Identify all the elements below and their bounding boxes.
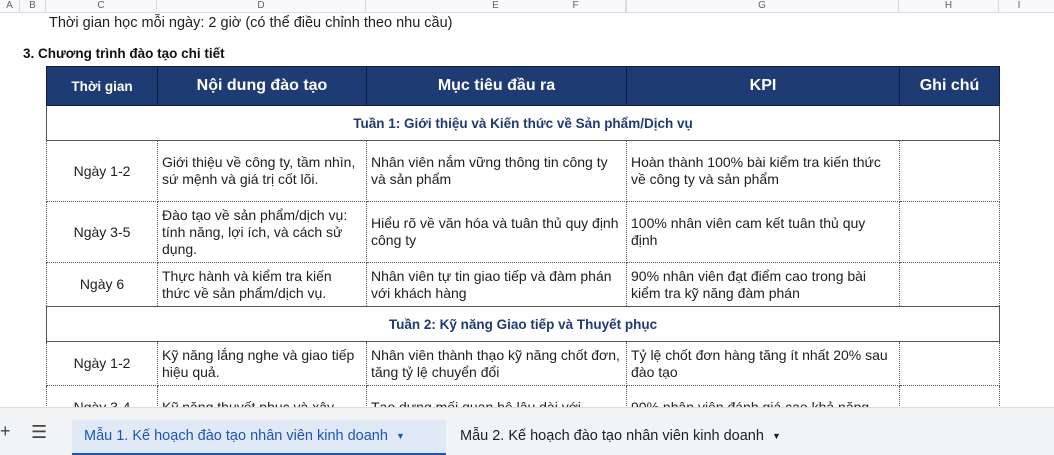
study-time-text[interactable]: Thời gian học mỗi ngày: 2 giờ (có thể đi… [49, 15, 453, 31]
section-title[interactable]: 3. Chương trình đào tạo chi tiết [23, 46, 225, 61]
sheet-tab-bar: + ☰ Mẫu 1. Kế hoạch đào tạo nhân viên ki… [0, 407, 1054, 455]
column-header-b[interactable]: B [20, 0, 46, 13]
week-title[interactable]: Tuần 2: Kỹ năng Giao tiếp và Thuyết phục [46, 306, 1000, 342]
cell-kpi[interactable]: 100% nhân viên cam kết tuân thủ quy định [626, 201, 900, 263]
cell-kpi[interactable]: 90% nhân viên đạt điểm cao trong bài kiể… [626, 262, 900, 307]
cell-time[interactable]: Ngày 1-2 [46, 140, 158, 202]
column-header-f[interactable]: F [526, 0, 626, 13]
cell-goal[interactable]: Tạo dựng mối quan hệ lâu dài với [366, 385, 627, 407]
cell-note[interactable] [899, 140, 1000, 202]
cell-time[interactable]: Ngày 3-5 [46, 201, 158, 263]
column-header-g[interactable]: G [626, 0, 899, 13]
cell-note[interactable] [899, 341, 1000, 386]
column-header-i[interactable]: I [999, 0, 1039, 13]
column-header-c[interactable]: C [46, 0, 157, 13]
header-note[interactable]: Ghi chú [899, 66, 1000, 106]
cell-content[interactable]: Thực hành và kiểm tra kiến thức về sản p… [157, 262, 367, 307]
header-content[interactable]: Nội dung đào tạo [157, 66, 367, 106]
column-header-h[interactable]: H [899, 0, 999, 13]
cell-kpi[interactable]: Tỷ lệ chốt đơn hàng tăng ít nhất 20% sau… [626, 341, 900, 386]
training-plan-table: Thời gian Nội dung đào tạo Mục tiêu đầu … [46, 66, 1000, 407]
cell-time[interactable]: Ngày 6 [46, 262, 158, 307]
week-title[interactable]: Tuần 1: Giới thiệu và Kiến thức về Sản p… [46, 105, 1000, 141]
table-row: Ngày 1-2 Kỹ năng lắng nghe và giao tiếp … [46, 341, 1000, 386]
cell-content[interactable]: Kỹ năng thuyết phục và xây [157, 385, 367, 407]
sheet-grid[interactable]: Thời gian học mỗi ngày: 2 giờ (có thể đi… [0, 13, 1054, 407]
sheet-tab-2-label: Mẫu 2. Kế hoạch đào tạo nhân viên kinh d… [460, 428, 764, 444]
column-header-d[interactable]: D [157, 0, 366, 13]
caret-down-icon[interactable]: ▼ [396, 420, 405, 452]
sheet-tab-1[interactable]: Mẫu 1. Kế hoạch đào tạo nhân viên kinh d… [72, 420, 446, 455]
sheet-tab-1-label: Mẫu 1. Kế hoạch đào tạo nhân viên kinh d… [84, 428, 388, 444]
table-row: Ngày 3-5 Đào tạo về sản phẩm/dịch vụ: tí… [46, 201, 1000, 263]
cell-note[interactable] [899, 262, 1000, 307]
cell-note[interactable] [899, 201, 1000, 263]
sheet-tab-2[interactable]: Mẫu 2. Kế hoạch đào tạo nhân viên kinh d… [448, 420, 793, 455]
table-row: Ngày 3-4 Kỹ năng thuyết phục và xây Tạo … [46, 385, 1000, 407]
table-row: Ngày 6 Thực hành và kiểm tra kiến thức v… [46, 262, 1000, 307]
week-row: Tuần 2: Kỹ năng Giao tiếp và Thuyết phục [46, 306, 1000, 342]
column-header-bar: A B C D E F G H I [0, 0, 1054, 13]
cell-content[interactable]: Giới thiệu về công ty, tầm nhìn, sứ mệnh… [157, 140, 367, 202]
cell-goal[interactable]: Nhân viên tự tin giao tiếp và đàm phán v… [366, 262, 627, 307]
header-time[interactable]: Thời gian [46, 66, 158, 106]
cell-goal[interactable]: Hiểu rõ về văn hóa và tuân thủ quy định … [366, 201, 627, 263]
cell-time[interactable]: Ngày 1-2 [46, 341, 158, 386]
menu-icon[interactable]: ☰ [31, 422, 47, 443]
plus-icon[interactable]: + [0, 421, 11, 442]
cell-content[interactable]: Đào tạo về sản phẩm/dịch vụ: tính năng, … [157, 201, 367, 263]
header-goal[interactable]: Mục tiêu đầu ra [366, 66, 627, 106]
cell-goal[interactable]: Nhân viên thành thạo kỹ năng chốt đơn, t… [366, 341, 627, 386]
header-kpi[interactable]: KPI [626, 66, 900, 106]
cell-kpi[interactable]: Hoàn thành 100% bài kiểm tra kiến thức v… [626, 140, 900, 202]
column-header-a[interactable]: A [0, 0, 20, 13]
cell-content[interactable]: Kỹ năng lắng nghe và giao tiếp hiệu quả. [157, 341, 367, 386]
caret-down-icon[interactable]: ▼ [772, 420, 781, 452]
cell-note[interactable] [899, 385, 1000, 407]
week-row: Tuần 1: Giới thiệu và Kiến thức về Sản p… [46, 105, 1000, 141]
cell-time[interactable]: Ngày 3-4 [46, 385, 158, 407]
cell-kpi[interactable]: 90% nhân viên đánh giá cao khả năng [626, 385, 900, 407]
table-header-row: Thời gian Nội dung đào tạo Mục tiêu đầu … [46, 66, 1000, 106]
table-row: Ngày 1-2 Giới thiệu về công ty, tầm nhìn… [46, 140, 1000, 202]
cell-goal[interactable]: Nhân viên nắm vững thông tin công ty và … [366, 140, 627, 202]
